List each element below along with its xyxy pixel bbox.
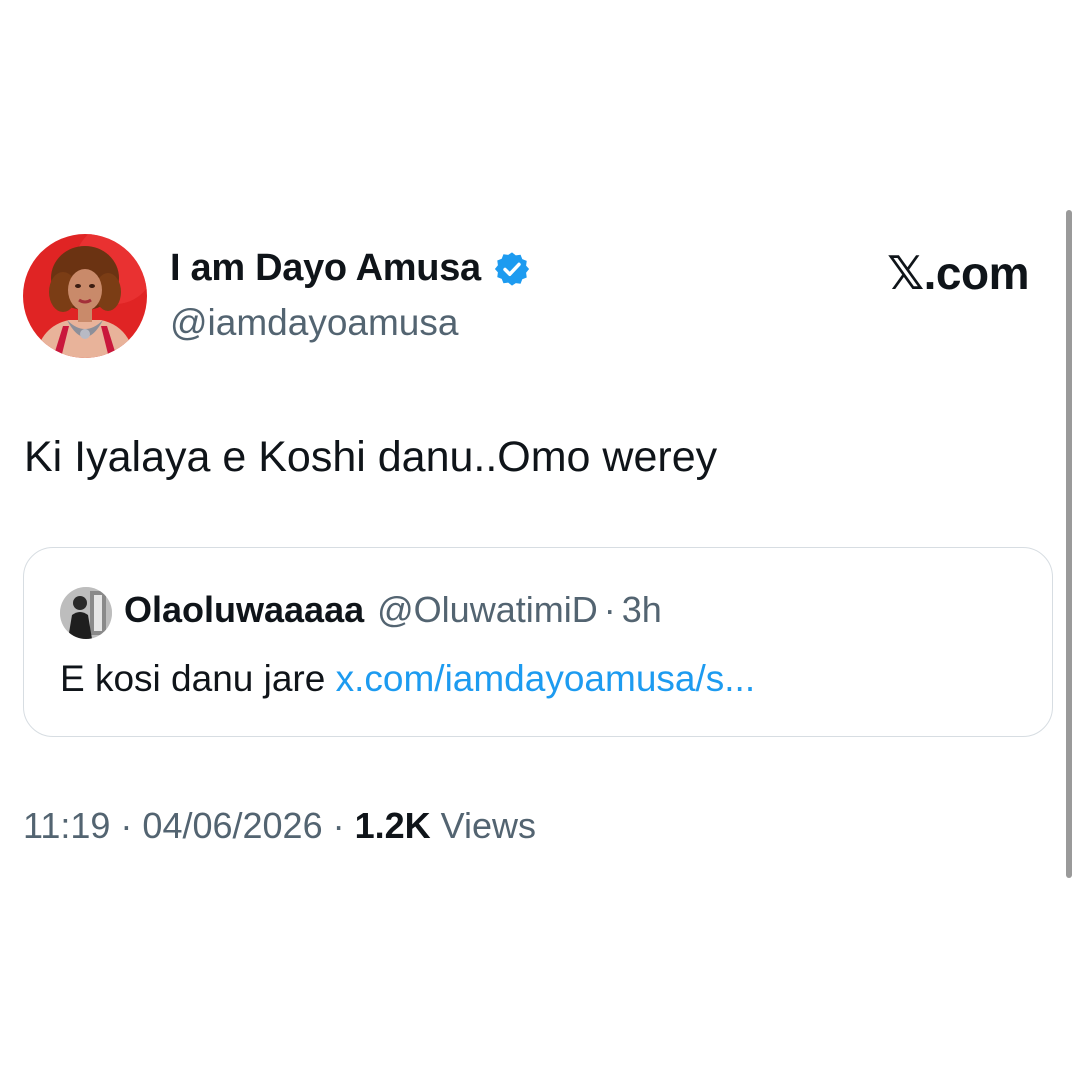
author-handle[interactable]: @iamdayoamusa bbox=[170, 302, 458, 344]
quoted-tweet-text: E kosi danu jare bbox=[60, 658, 336, 699]
quoted-tweet-header: Olaoluwaaaaa @OluwatimiD · 3h bbox=[124, 589, 662, 631]
quoted-tweet-card[interactable]: Olaoluwaaaaa @OluwatimiD · 3h E kosi dan… bbox=[23, 547, 1053, 737]
quoted-author-avatar[interactable] bbox=[60, 587, 112, 639]
separator-dot: · bbox=[603, 589, 616, 630]
meta-separator: · bbox=[322, 805, 355, 846]
tweet-text: Ki Iyalaya e Koshi danu..Omo werey bbox=[24, 433, 718, 481]
views-count[interactable]: 1.2K bbox=[355, 805, 431, 846]
tweet-time[interactable]: 11:19 bbox=[23, 805, 110, 846]
meta-separator: · bbox=[110, 805, 143, 846]
quoted-author-name[interactable]: Olaoluwaaaaa bbox=[124, 589, 364, 631]
quoted-tweet-age: 3h bbox=[621, 589, 662, 630]
verified-badge-icon bbox=[493, 250, 531, 288]
views-label: Views bbox=[430, 805, 537, 846]
quoted-tweet-link[interactable]: x.com/iamdayoamusa/s... bbox=[336, 658, 755, 699]
tweet-meta: 11:19 · 04/06/2026 · 1.2K Views bbox=[23, 805, 536, 847]
author-name-text[interactable]: I am Dayo Amusa bbox=[170, 247, 481, 290]
tweet-date[interactable]: 04/06/2026 bbox=[142, 805, 322, 846]
quoted-author-handle[interactable]: @OluwatimiD bbox=[377, 589, 598, 631]
quoted-tweet-body: E kosi danu jare x.com/iamdayoamusa/s... bbox=[60, 658, 755, 700]
x-com-logo: 𝕏.com bbox=[887, 247, 1029, 299]
scrollbar[interactable] bbox=[1066, 210, 1072, 878]
author-display-name[interactable]: I am Dayo Amusa bbox=[170, 247, 531, 290]
author-avatar[interactable] bbox=[23, 234, 147, 358]
